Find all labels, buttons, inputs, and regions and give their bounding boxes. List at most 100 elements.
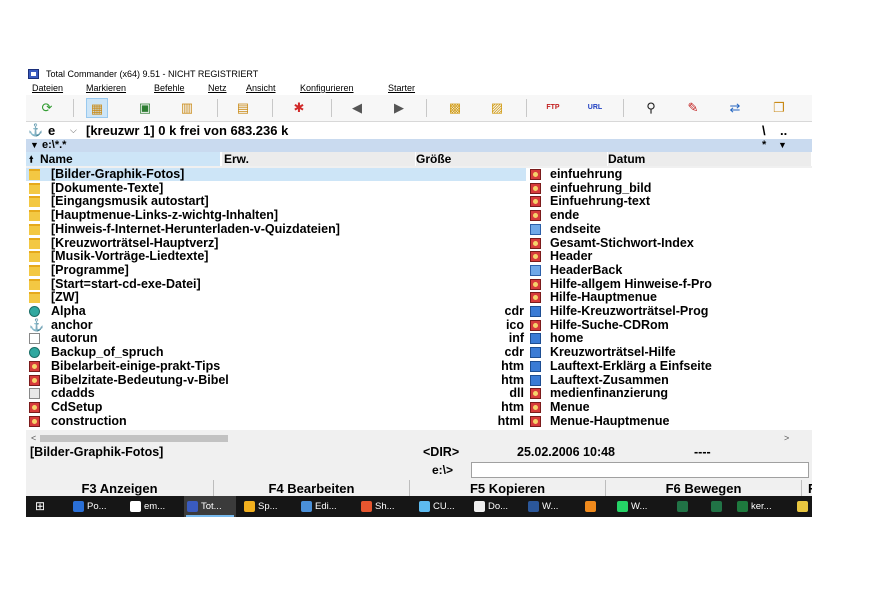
- column-date[interactable]: Datum: [608, 152, 812, 166]
- taskbar-app[interactable]: CU...: [416, 496, 468, 517]
- directory-tree-icon[interactable]: ▤: [232, 98, 254, 118]
- menu-dateien[interactable]: Dateien: [32, 82, 63, 95]
- history-dropdown-icon[interactable]: ▼: [30, 139, 39, 152]
- multi-rename-icon[interactable]: ✎: [682, 98, 704, 118]
- title-bar[interactable]: Total Commander (x64) 9.51 - NICHT REGIS…: [26, 66, 812, 82]
- left-file-row[interactable]: Alpha cdr: [26, 305, 526, 318]
- command-input[interactable]: [471, 462, 809, 478]
- column-name[interactable]: 🠙 Name: [26, 152, 222, 166]
- taskbar-app[interactable]: [794, 496, 812, 517]
- left-file-row[interactable]: [Start=start-cd-exe-Datei]: [26, 277, 526, 291]
- taskbar-app[interactable]: W...: [614, 496, 666, 517]
- left-file-row[interactable]: [Eingangsmusik autostart]: [26, 195, 526, 208]
- right-file-row[interactable]: home: [528, 332, 812, 345]
- right-file-row[interactable]: medienfinanzierung: [528, 387, 812, 400]
- left-file-row[interactable]: ⚓ anchor ico: [26, 318, 526, 332]
- filter-button[interactable]: *: [762, 139, 766, 152]
- column-size[interactable]: Größe: [416, 152, 608, 166]
- taskbar-app[interactable]: Edi...: [298, 496, 350, 517]
- right-file-row[interactable]: Hilfe-Hauptmenue: [528, 291, 812, 304]
- left-file-row[interactable]: [Dokumente-Texte]: [26, 181, 526, 195]
- column-header: 🠙 Name Erw. Größe Datum: [26, 152, 812, 166]
- ftp-icon[interactable]: FTP: [542, 98, 564, 118]
- left-file-row[interactable]: [Bilder-Graphik-Fotos]: [26, 168, 526, 181]
- left-file-row[interactable]: Bibelarbeit-einige-prakt-Tips htm: [26, 359, 526, 373]
- left-file-row[interactable]: cdadds dll: [26, 387, 526, 400]
- right-file-row[interactable]: Menue: [528, 401, 812, 414]
- taskbar-app[interactable]: [708, 496, 730, 517]
- right-file-row[interactable]: Gesamt-Stichwort-Index: [528, 237, 812, 250]
- right-file-row[interactable]: Hilfe-Suche-CDRom: [528, 319, 812, 332]
- taskbar-app[interactable]: ker...: [734, 496, 786, 517]
- taskbar-app[interactable]: Do...: [471, 496, 523, 517]
- invert-selection-icon[interactable]: ✱: [288, 98, 310, 118]
- taskbar-app[interactable]: em...: [127, 496, 179, 517]
- left-file-row[interactable]: [Programme]: [26, 263, 526, 277]
- find-icon[interactable]: ⚲: [640, 98, 662, 118]
- back-icon[interactable]: ◀: [346, 98, 368, 118]
- chevron-down-icon[interactable]: ⌵: [70, 122, 77, 139]
- taskbar-app[interactable]: Po...: [70, 496, 122, 517]
- sync-dirs-icon[interactable]: ⇄: [724, 98, 746, 118]
- tree-view-icon[interactable]: ▥: [176, 98, 198, 118]
- right-file-row[interactable]: Hilfe-allgem Hinweise-f-Pro: [528, 278, 812, 291]
- scrollbar-thumb[interactable]: [40, 435, 228, 442]
- taskbar-app[interactable]: [582, 496, 604, 517]
- left-file-row[interactable]: autorun inf: [26, 332, 526, 345]
- right-file-row[interactable]: einfuehrung_bild: [528, 182, 812, 195]
- gif-icon: [530, 306, 541, 317]
- horizontal-scrollbar[interactable]: < >: [26, 432, 812, 444]
- left-file-row[interactable]: [Hauptmenue-Links-z-wichtg-Inhalten]: [26, 209, 526, 222]
- root-dir-button[interactable]: \: [762, 122, 766, 139]
- forward-icon[interactable]: ▶: [388, 98, 410, 118]
- menu-ansicht[interactable]: Ansicht: [246, 82, 276, 95]
- column-name-label: Name: [40, 152, 73, 166]
- refresh-icon[interactable]: ⟳: [36, 98, 58, 118]
- windows-start-icon[interactable]: ⊞: [35, 496, 45, 517]
- thumbnail-view-icon[interactable]: ▣: [134, 98, 156, 118]
- left-file-row[interactable]: CdSetup htm: [26, 400, 526, 414]
- file-name: endseite: [550, 222, 601, 236]
- left-file-row[interactable]: [Hinweis-f-Internet-Herunterladen-v-Quiz…: [26, 222, 526, 236]
- unpack-icon[interactable]: ▨: [486, 98, 508, 118]
- app-icon: [737, 501, 748, 512]
- taskbar-app-label: em...: [144, 501, 166, 512]
- menu-befehle[interactable]: Befehle: [154, 82, 185, 95]
- scroll-right-icon[interactable]: >: [784, 432, 789, 444]
- right-file-row[interactable]: Lauftext-Zusammen: [528, 374, 812, 387]
- brief-view-icon[interactable]: ▦: [86, 98, 108, 118]
- left-file-row[interactable]: construction html: [26, 414, 526, 428]
- right-file-row[interactable]: einfuehrung: [528, 168, 812, 181]
- drive-letter[interactable]: e: [48, 122, 55, 139]
- menu-starter[interactable]: Starter: [388, 82, 415, 95]
- copy-names-icon[interactable]: ❐: [768, 98, 790, 118]
- right-file-row[interactable]: ende: [528, 209, 812, 222]
- taskbar-app[interactable]: Tot...: [184, 496, 236, 517]
- menu-netz[interactable]: Netz: [208, 82, 227, 95]
- right-file-row[interactable]: Kreuzworträtsel-Hilfe: [528, 346, 812, 359]
- right-file-row[interactable]: HeaderBack: [528, 264, 812, 277]
- left-file-row[interactable]: Backup_of_spruch cdr: [26, 346, 526, 359]
- right-file-row[interactable]: Menue-Hauptmenue: [528, 415, 812, 428]
- filter-dropdown-icon[interactable]: ▼: [778, 139, 787, 152]
- scroll-left-icon[interactable]: <: [31, 432, 36, 444]
- url-icon[interactable]: URL: [584, 98, 606, 118]
- taskbar-app[interactable]: [674, 496, 696, 517]
- taskbar-app[interactable]: W...: [525, 496, 577, 517]
- taskbar-app[interactable]: Sp...: [241, 496, 293, 517]
- pack-icon[interactable]: ▩: [444, 98, 466, 118]
- menu-konfigurieren[interactable]: Konfigurieren: [300, 82, 354, 95]
- parent-dir-button[interactable]: ..: [780, 122, 787, 139]
- left-file-row[interactable]: Bibelzitate-Bedeutung-v-Bibel htm: [26, 373, 526, 387]
- left-file-row[interactable]: [ZW]: [26, 291, 526, 304]
- column-ext[interactable]: Erw.: [222, 152, 416, 166]
- right-file-row[interactable]: endseite: [528, 223, 812, 236]
- right-file-row[interactable]: Lauftext-Erklärg a Einfseite: [528, 360, 812, 373]
- right-file-row[interactable]: Einfuehrung-text: [528, 195, 812, 208]
- menu-markieren[interactable]: Markieren: [86, 82, 126, 95]
- right-file-row[interactable]: Header: [528, 250, 812, 263]
- taskbar-app[interactable]: Sh...: [358, 496, 410, 517]
- left-file-row[interactable]: [Kreuzworträtsel-Hauptverz]: [26, 236, 526, 250]
- right-file-row[interactable]: Hilfe-Kreuzworträtsel-Prog: [528, 305, 812, 318]
- left-file-row[interactable]: [Musik-Vorträge-Liedtexte]: [26, 250, 526, 263]
